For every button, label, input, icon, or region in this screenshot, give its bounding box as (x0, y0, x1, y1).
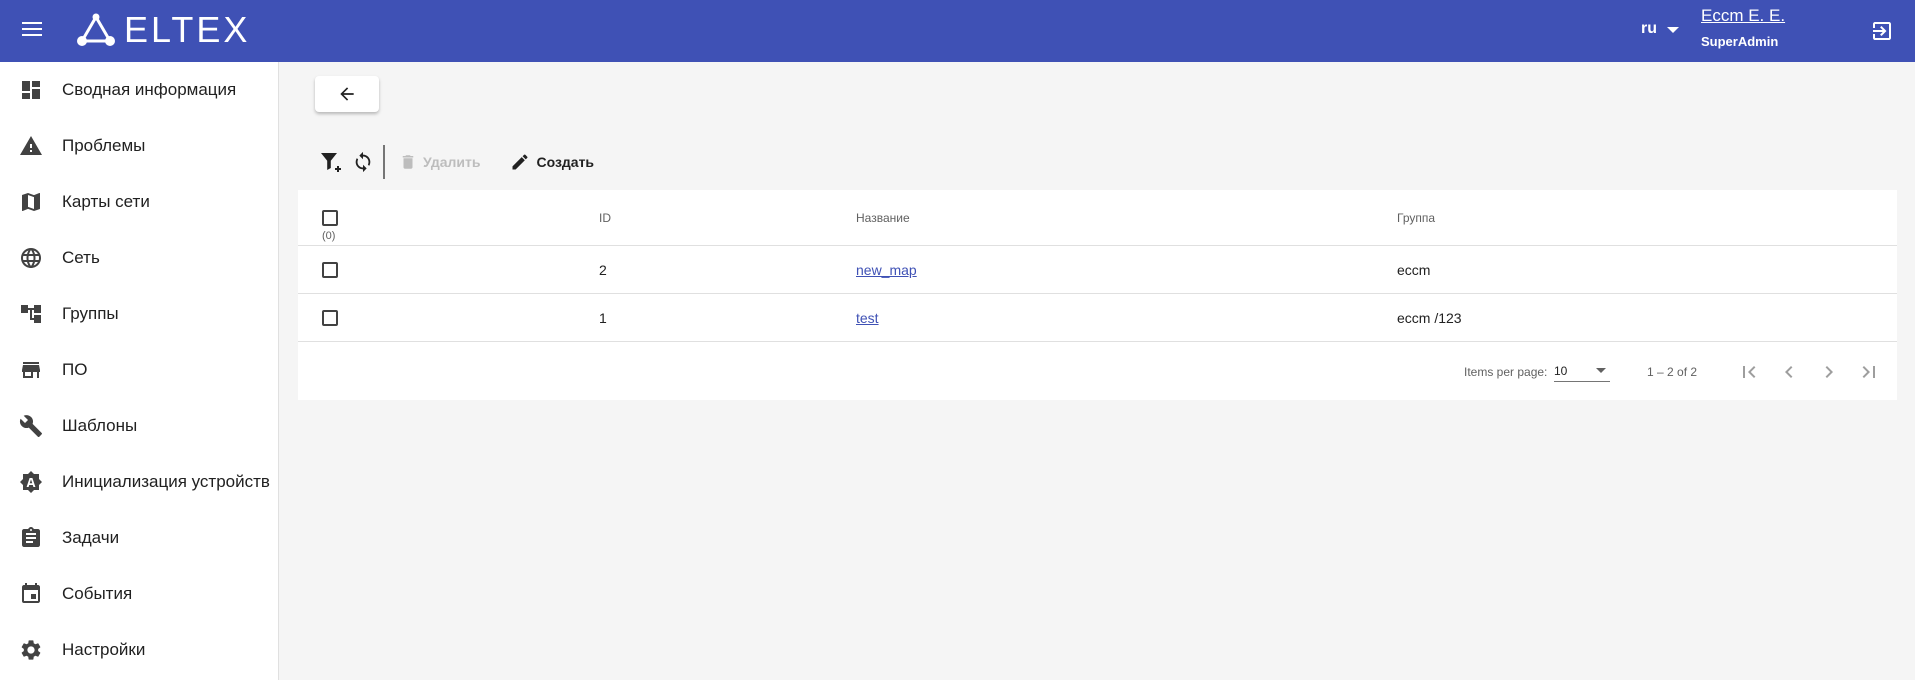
sidebar: Сводная информация Проблемы Карты сети С… (0, 62, 279, 680)
map-name-link[interactable]: new_map (856, 262, 917, 278)
sidebar-item-events[interactable]: События (0, 566, 278, 622)
selected-count: (0) (322, 230, 336, 242)
sidebar-item-network-maps[interactable]: Карты сети (0, 174, 278, 230)
create-button[interactable]: Создать (510, 152, 594, 172)
table-row: 1 test eccm /123 (298, 294, 1897, 342)
trash-icon (402, 155, 414, 169)
language-value: ru (1641, 20, 1657, 37)
logo-mark-icon (77, 13, 115, 46)
dashboard-icon (22, 81, 40, 99)
eltex-logo: ELTEX (76, 10, 250, 50)
next-page-icon[interactable] (1817, 360, 1841, 384)
sidebar-item-label: События (62, 584, 133, 603)
sync-icon (355, 151, 371, 173)
user-role: SuperAdmin (1701, 34, 1779, 49)
cell-id: 1 (599, 310, 607, 326)
refresh-button[interactable] (347, 146, 379, 178)
sidebar-item-label: Настройки (62, 640, 146, 659)
last-page-icon[interactable] (1857, 360, 1881, 384)
language-select[interactable]: ru (1641, 20, 1679, 38)
maps-table: (0) ID Название Группа 2 new_map eccm 1 … (298, 190, 1897, 400)
store-icon (22, 362, 40, 378)
clipboard-icon (22, 527, 40, 547)
sidebar-item-label: Группы (62, 304, 119, 323)
pencil-icon (512, 154, 528, 170)
first-page-icon[interactable] (1737, 360, 1761, 384)
main-content: Удалить Создать (0) ID Название Группа 2… (280, 62, 1915, 680)
delete-button[interactable]: Удалить (399, 152, 480, 172)
account-tree-icon (21, 305, 41, 323)
delete-label: Удалить (423, 154, 481, 170)
user-info: Eccm E. E. SuperAdmin (1701, 6, 1785, 49)
arrow-back-icon (340, 87, 354, 101)
cell-id: 2 (599, 262, 607, 278)
warning-icon (20, 136, 42, 155)
paginator: Items per page: 10 1 – 2 of 2 (298, 344, 1897, 400)
sidebar-item-label: Карты сети (62, 192, 150, 211)
table-row: 2 new_map eccm (298, 246, 1897, 294)
filter-add-icon (321, 153, 341, 172)
sidebar-item-label: Проблемы (62, 136, 146, 155)
cell-group: eccm /123 (1397, 310, 1462, 326)
sidebar-item-software[interactable]: ПО (0, 342, 278, 398)
items-per-page-label: Items per page: (1464, 365, 1548, 379)
page-size-select[interactable]: 10 (1554, 362, 1610, 382)
logo-text: ELTEX (124, 9, 251, 50)
previous-page-icon[interactable] (1777, 360, 1801, 384)
table-toolbar: Удалить Создать (315, 142, 624, 182)
page-range-label: 1 – 2 of 2 (1647, 365, 1698, 379)
row-checkbox[interactable] (322, 262, 338, 278)
row-checkbox[interactable] (322, 310, 338, 326)
toolbar-divider (383, 145, 385, 179)
sidebar-item-label: Задачи (62, 528, 120, 547)
map-name-link[interactable]: test (856, 310, 879, 326)
cell-group: eccm (1397, 262, 1431, 278)
column-header-name[interactable]: Название (856, 211, 910, 225)
top-app-bar: ELTEX ru Eccm E. E. SuperAdmin (0, 0, 1915, 62)
sidebar-item-settings[interactable]: Настройки (0, 622, 278, 678)
back-button[interactable] (315, 76, 379, 112)
sidebar-item-label: Сводная информация (62, 80, 237, 99)
gear-icon (21, 640, 41, 660)
column-header-id[interactable]: ID (599, 211, 611, 225)
table-header-row: (0) ID Название Группа (298, 190, 1897, 246)
select-all-checkbox[interactable] (322, 210, 338, 226)
sidebar-item-network[interactable]: Сеть (0, 230, 278, 286)
sidebar-item-groups[interactable]: Группы (0, 286, 278, 342)
user-name-link[interactable]: Eccm E. E. (1701, 6, 1785, 26)
sidebar-item-label: Инициализация устройств (62, 472, 270, 491)
page-size-value: 10 (1554, 364, 1568, 378)
sidebar-item-device-init[interactable]: Инициализация устройств (0, 454, 278, 510)
globe-icon (21, 248, 41, 268)
chevron-down-icon (1667, 27, 1679, 33)
menu-icon[interactable] (22, 21, 46, 41)
column-header-group[interactable]: Группа (1397, 211, 1435, 225)
create-label: Создать (536, 154, 595, 170)
calendar-icon (22, 583, 40, 603)
wrench-icon (19, 415, 42, 437)
logout-icon[interactable] (1870, 19, 1894, 43)
sidebar-item-label: Сеть (62, 248, 100, 267)
add-filter-button[interactable] (315, 146, 347, 178)
sidebar-item-problems[interactable]: Проблемы (0, 118, 278, 174)
sidebar-item-tasks[interactable]: Задачи (0, 510, 278, 566)
chevron-down-icon (1596, 368, 1606, 373)
auto-init-icon (20, 471, 42, 493)
map-icon (22, 193, 40, 211)
sidebar-item-summary[interactable]: Сводная информация (0, 62, 278, 118)
sidebar-item-label: Шаблоны (62, 416, 138, 435)
sidebar-item-label: ПО (62, 360, 88, 379)
sidebar-item-templates[interactable]: Шаблоны (0, 398, 278, 454)
